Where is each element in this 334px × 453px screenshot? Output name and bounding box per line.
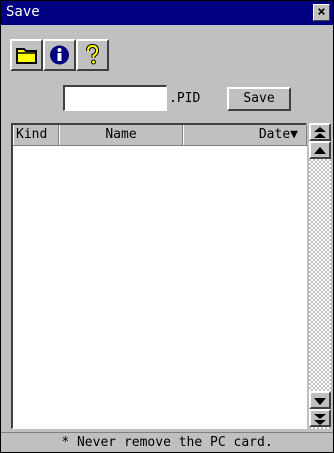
file-extension-label: .PID [169,91,201,106]
title-bar[interactable]: Save × [1,1,333,25]
scroll-bottom-button[interactable] [309,409,331,427]
folder-icon [16,48,37,64]
window-title: Save [6,4,40,20]
scroll-top-button[interactable] [309,123,331,141]
close-icon: × [317,4,326,20]
save-button[interactable]: Save [227,87,291,111]
file-name-row: .PID Save [1,85,333,115]
sort-descending-icon: ▼ [290,127,298,142]
scroll-down-button[interactable] [309,391,331,409]
file-list[interactable]: Kind Name Date▼ [11,123,307,429]
close-button[interactable]: × [313,4,330,21]
help-button[interactable] [76,39,109,71]
column-header-name[interactable]: Name [59,125,183,145]
column-header-date[interactable]: Date▼ [183,125,307,145]
column-header-kind[interactable]: Kind [13,125,59,145]
help-icon [86,44,100,65]
filename-input[interactable] [63,85,167,111]
scroll-down-icon [314,398,326,405]
scroll-up-icon [314,147,326,154]
scroll-up-button[interactable] [309,141,331,159]
column-label-date: Date [258,127,291,142]
save-dialog: Save × .PID Save Kind Name Date▼ * Never… [0,0,334,453]
vertical-scrollbar[interactable] [309,123,331,429]
column-label-kind: Kind [16,127,48,142]
open-folder-button[interactable] [10,39,43,71]
info-icon [50,45,69,65]
scroll-bottom-icon [314,414,326,425]
status-bar: * Never remove the PC card. [1,432,333,453]
column-label-name: Name [105,127,137,142]
list-header: Kind Name Date▼ [13,125,307,146]
status-message: * Never remove the PC card. [61,435,273,450]
scroll-top-icon [314,127,326,138]
info-button[interactable] [43,39,76,71]
